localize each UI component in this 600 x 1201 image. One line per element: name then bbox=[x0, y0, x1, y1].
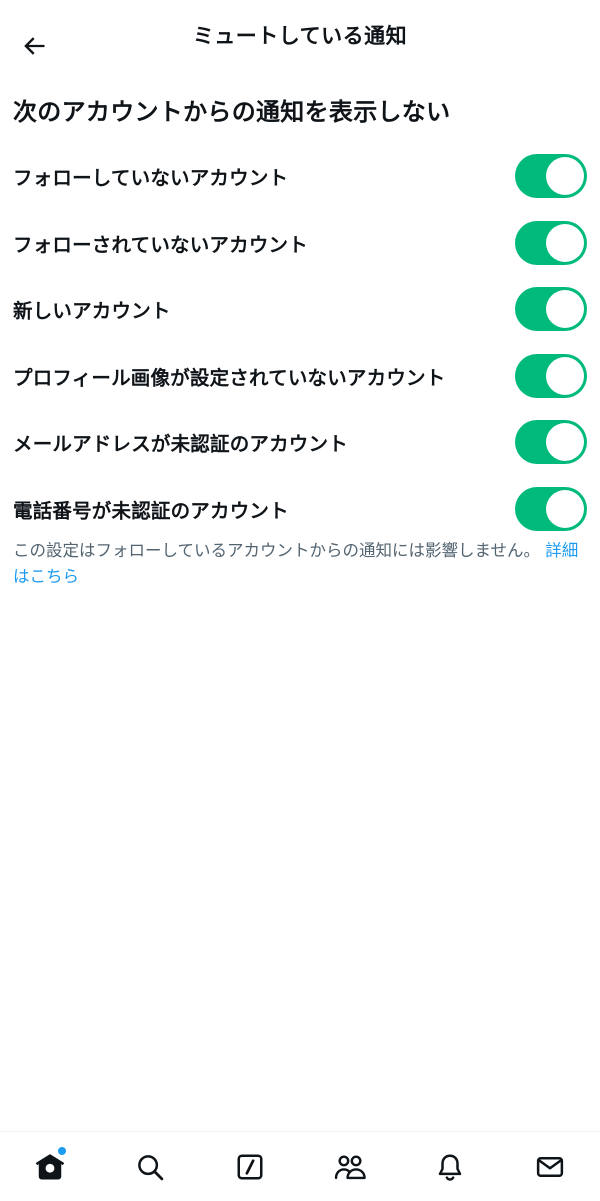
toggle-knob bbox=[546, 223, 584, 262]
toggle-unconfirmed-email[interactable] bbox=[515, 420, 587, 465]
nav-communities[interactable] bbox=[320, 1137, 380, 1197]
compose-icon bbox=[237, 1154, 263, 1179]
nav-compose[interactable] bbox=[220, 1137, 280, 1197]
toggle-not-following[interactable] bbox=[515, 154, 587, 199]
bottom-navigation bbox=[0, 1131, 600, 1201]
toggle-not-followed-by[interactable] bbox=[515, 220, 587, 265]
setting-row-not-followed-by: フォローされていないアカウント bbox=[0, 210, 600, 277]
page-title: ミュートしている通知 bbox=[192, 24, 408, 48]
toggle-knob bbox=[546, 423, 584, 462]
top-app-bar: ミュートしている通知 bbox=[0, 0, 600, 72]
toggle-knob bbox=[546, 356, 584, 395]
notification-badge bbox=[58, 1146, 66, 1155]
note-text: この設定はフォローしているアカウントからの通知には影響しません。 bbox=[13, 541, 541, 560]
nav-messages[interactable] bbox=[520, 1137, 580, 1197]
mail-icon bbox=[536, 1156, 564, 1177]
setting-row-default-profile-photo: プロフィール画像が設定されていないアカウント bbox=[0, 343, 600, 410]
toggle-unconfirmed-phone[interactable] bbox=[515, 486, 587, 531]
settings-list: フォローしていないアカウント フォローされていないアカウント 新しいアカウント … bbox=[0, 143, 600, 542]
toggle-knob bbox=[546, 157, 584, 196]
setting-label: メールアドレスが未認証のアカウント bbox=[13, 432, 348, 456]
nav-notifications[interactable] bbox=[420, 1137, 480, 1197]
search-icon bbox=[138, 1154, 164, 1180]
nav-home[interactable] bbox=[20, 1137, 80, 1197]
home-icon bbox=[35, 1153, 65, 1179]
setting-row-not-following: フォローしていないアカウント bbox=[0, 143, 600, 210]
settings-note: この設定はフォローしているアカウントからの通知には影響しません。 詳細はこちら bbox=[13, 538, 589, 590]
setting-label: フォローしていないアカウント bbox=[13, 166, 289, 190]
setting-label: 新しいアカウント bbox=[13, 299, 171, 323]
setting-label: 電話番号が未認証のアカウント bbox=[13, 499, 289, 523]
setting-row-unconfirmed-email: メールアドレスが未認証のアカウント bbox=[0, 409, 600, 476]
setting-label: フォローされていないアカウント bbox=[13, 233, 308, 257]
toggle-default-profile-photo[interactable] bbox=[515, 353, 587, 398]
toggle-new-accounts[interactable] bbox=[515, 287, 587, 332]
setting-row-unconfirmed-phone: 電話番号が未認証のアカウント bbox=[0, 476, 600, 543]
section-heading: 次のアカウントからの通知を表示しない bbox=[13, 98, 451, 126]
setting-label: プロフィール画像が設定されていないアカウント bbox=[13, 366, 446, 390]
nav-search[interactable] bbox=[120, 1137, 180, 1197]
toggle-knob bbox=[546, 489, 584, 528]
toggle-knob bbox=[546, 290, 584, 329]
communities-icon bbox=[334, 1154, 366, 1179]
setting-row-new-accounts: 新しいアカウント bbox=[0, 276, 600, 343]
bell-icon bbox=[438, 1154, 462, 1181]
